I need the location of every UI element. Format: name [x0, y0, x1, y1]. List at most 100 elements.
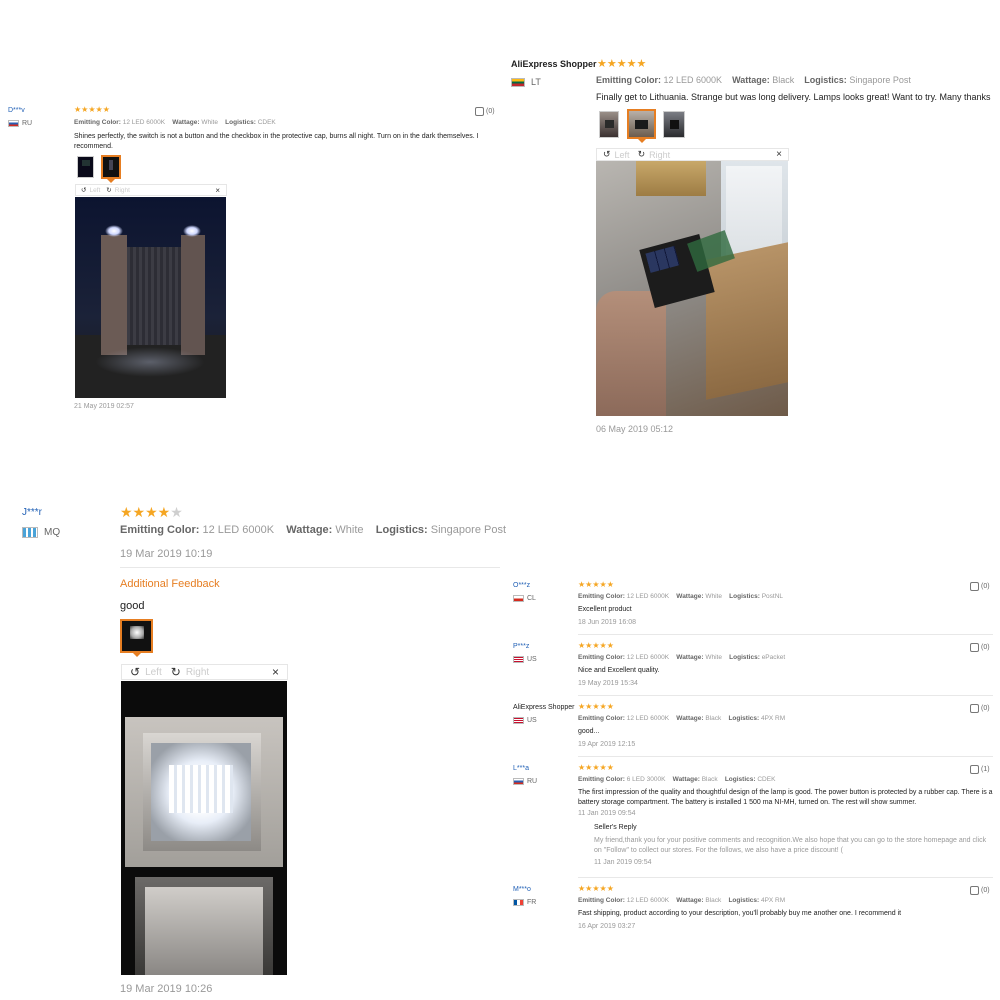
divider: [578, 695, 993, 696]
star-rating: ★★★★★: [597, 58, 647, 70]
photo-thumbnail-active[interactable]: [627, 109, 656, 139]
reviewer-name[interactable]: AliExpress Shopper: [513, 704, 574, 711]
product-meta: Emitting Color: 12 LED 6000K Wattage: Bl…: [578, 897, 786, 904]
divider: [578, 877, 993, 878]
reviewer-country: US: [513, 656, 537, 663]
seller-reply-label: Seller's Reply: [594, 824, 637, 831]
thumbs-up-icon: [475, 107, 484, 116]
country-code: RU: [527, 778, 538, 785]
country-code: CL: [527, 595, 536, 602]
divider: [578, 756, 993, 757]
product-meta: Emitting Color: 12 LED 6000K Wattage: Wh…: [578, 654, 786, 661]
list-item: AliExpress Shopper US ★★★★★ Emitting Col…: [505, 700, 1000, 758]
like-button[interactable]: (0): [970, 704, 990, 713]
reviewer-name[interactable]: J***r: [22, 507, 42, 518]
like-count: (0): [981, 644, 990, 651]
reviewer-name[interactable]: M***o: [513, 886, 531, 893]
rotate-left-label[interactable]: Left: [89, 187, 100, 194]
star-rating: ★★★★★: [578, 580, 614, 589]
product-meta: Emitting Color: 12 LED 6000K Wattage: Bl…: [596, 75, 911, 85]
divider: [120, 567, 500, 568]
review-text: Fast shipping, product according to your…: [578, 910, 902, 917]
like-button[interactable]: (0): [475, 107, 495, 116]
rotate-left-icon[interactable]: ↺: [603, 149, 611, 160]
star-rating: ★★★★★: [120, 504, 183, 520]
like-count: (0): [981, 887, 990, 894]
star-rating: ★★★★★: [578, 884, 614, 893]
photo-thumbnail[interactable]: [77, 156, 94, 178]
product-meta: Emitting Color: 6 LED 3000K Wattage: Bla…: [578, 776, 776, 783]
rotate-right-icon[interactable]: ↻: [171, 665, 181, 679]
additional-feedback-label: Additional Feedback: [120, 578, 220, 590]
like-button[interactable]: (0): [970, 643, 990, 652]
star-rating: ★★★★★: [578, 641, 614, 650]
review-photo-package[interactable]: [596, 161, 788, 416]
photo-thumbnail[interactable]: [663, 111, 685, 138]
close-icon[interactable]: ×: [776, 149, 782, 160]
reviewer-country: LT: [511, 77, 541, 87]
image-viewer-toolbar: ↺ Left ↻ Right ×: [596, 148, 789, 161]
close-icon[interactable]: ×: [215, 186, 220, 195]
review-text: good...: [578, 728, 600, 735]
list-item: O***z CL ★★★★★ Emitting Color: 12 LED 60…: [505, 578, 1000, 636]
review-date: 11 Jan 2019 09:54: [578, 810, 636, 817]
reviewer-country: RU: [513, 778, 537, 785]
photo-thumbnail-active[interactable]: [120, 619, 153, 653]
divider: [578, 634, 993, 635]
flag-mq-icon: [22, 527, 38, 538]
review-text: The first impression of the quality and …: [578, 789, 993, 806]
review-text: Finally get to Lithuania. Strange but wa…: [596, 92, 991, 102]
photo-thumbnail[interactable]: [599, 111, 619, 138]
review-date: 21 May 2019 02:57: [74, 403, 134, 410]
like-count: (0): [981, 705, 990, 712]
like-count: (0): [981, 583, 990, 590]
review-date: 18 Jun 2019 16:08: [578, 619, 636, 626]
rotate-right-icon[interactable]: ↻: [638, 149, 646, 160]
flag-ru-icon: [8, 120, 19, 127]
review-photo-lamp[interactable]: [121, 681, 287, 975]
flag-ru-icon: [513, 778, 524, 785]
rotate-right-label[interactable]: Right: [186, 667, 209, 678]
like-count: (1): [981, 766, 990, 773]
thumbs-up-icon: [970, 704, 979, 713]
product-meta: Emitting Color: 12 LED 6000K Wattage: Wh…: [74, 119, 276, 126]
country-code: US: [527, 656, 537, 663]
flag-cl-icon: [513, 595, 524, 602]
rotate-left-label[interactable]: Left: [615, 150, 630, 160]
list-item: L***a RU ★★★★★ Emitting Color: 6 LED 300…: [505, 761, 1000, 879]
review-date: 06 May 2019 05:12: [596, 424, 674, 434]
thumbs-up-icon: [970, 765, 979, 774]
product-meta: Emitting Color: 12 LED 6000K Wattage: Bl…: [578, 715, 786, 722]
review-date: 16 Apr 2019 03:27: [578, 923, 636, 930]
review-photo-night-gate[interactable]: [75, 197, 226, 398]
image-viewer-toolbar: ↺ Left ↻ Right ×: [75, 184, 227, 196]
rotate-left-label[interactable]: Left: [145, 667, 162, 678]
list-item: P***z US ★★★★★ Emitting Color: 12 LED 60…: [505, 639, 1000, 697]
reviewer-name[interactable]: L***a: [513, 765, 529, 772]
review-text: Excellent product: [578, 606, 632, 613]
reviewer-country: US: [513, 717, 537, 724]
country-code: MQ: [44, 527, 61, 538]
review-date: 19 May 2019 15:34: [578, 680, 638, 687]
reviewer-name[interactable]: P***z: [513, 643, 529, 650]
reviewer-country: RU: [8, 120, 32, 127]
rotate-left-icon[interactable]: ↺: [81, 186, 86, 194]
flag-us-icon: [513, 656, 524, 663]
reviewer-name[interactable]: D***v: [8, 107, 25, 114]
review-card-tl: D***v RU ★★★★★ (0) Emitting Color: 12 LE…: [0, 100, 500, 420]
rotate-right-label[interactable]: Right: [115, 187, 130, 194]
reviewer-name[interactable]: O***z: [513, 582, 530, 589]
review-text: Nice and Excellent quality.: [578, 667, 660, 674]
rotate-right-icon[interactable]: ↻: [106, 186, 111, 194]
image-viewer-toolbar: ↺ Left ↻ Right ×: [121, 664, 288, 680]
reviewer-name[interactable]: AliExpress Shopper: [511, 59, 597, 69]
rotate-left-icon[interactable]: ↺: [130, 665, 140, 679]
like-button[interactable]: (0): [970, 582, 990, 591]
like-button[interactable]: (0): [970, 886, 990, 895]
like-button[interactable]: (1): [970, 765, 990, 774]
rotate-right-label[interactable]: Right: [649, 150, 670, 160]
thumbnail-caret: [638, 139, 646, 143]
photo-thumbnail-active[interactable]: [101, 155, 121, 179]
review-date: 19 Mar 2019 10:26: [120, 983, 213, 995]
close-icon[interactable]: ×: [272, 665, 279, 679]
